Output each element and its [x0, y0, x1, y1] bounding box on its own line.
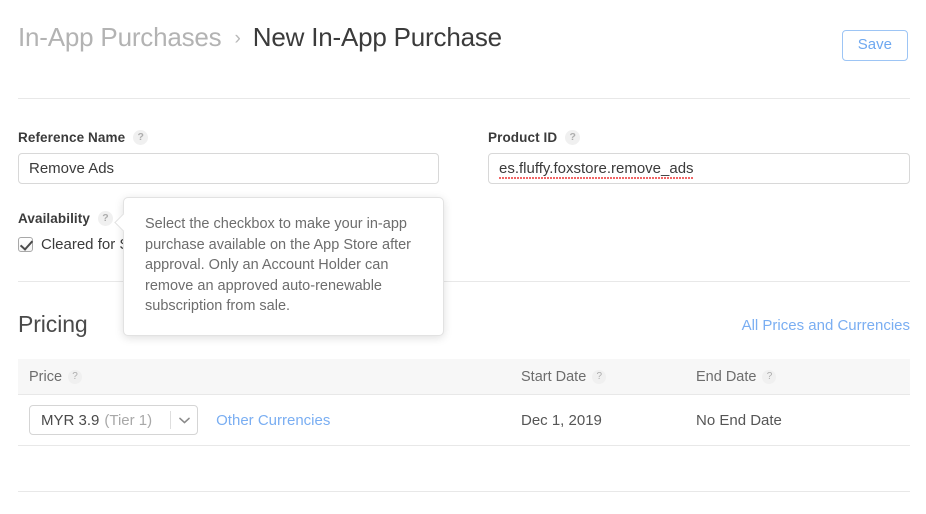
reference-name-input[interactable]	[18, 153, 439, 184]
help-icon[interactable]: ?	[133, 130, 149, 145]
table-row: MYR 3.9 (Tier 1) Other Currencies Dec 1,…	[18, 395, 910, 445]
column-header-start-date-label: Start Date	[521, 368, 587, 385]
column-header-end-date: End Date ?	[696, 369, 896, 385]
save-button[interactable]: Save	[841, 30, 908, 61]
pricing-table-header: Price ? Start Date ? End Date ?	[18, 359, 910, 395]
cell-start-date: Dec 1, 2019	[521, 411, 602, 429]
page-header: In-App Purchases › New In-App Purchase S…	[0, 0, 926, 98]
product-id-label: Product ID	[488, 130, 558, 145]
tooltip-text: Select the checkbox to make your in-app …	[145, 216, 412, 314]
help-icon[interactable]: ?	[68, 369, 83, 384]
column-header-price: Price ?	[18, 369, 521, 385]
help-icon[interactable]: ?	[97, 211, 113, 226]
product-id-input[interactable]: es.fluffy.foxstore.remove_ads	[488, 153, 910, 184]
footer-divider	[18, 491, 910, 492]
column-header-start-date: Start Date ?	[521, 369, 696, 385]
reference-name-label: Reference Name	[18, 130, 126, 145]
cell-end-date: No End Date	[696, 411, 782, 429]
product-id-value: es.fluffy.foxstore.remove_ads	[499, 160, 694, 180]
reference-name-field-group: Reference Name ?	[18, 130, 439, 184]
price-tier-select-tier: (Tier 1)	[104, 411, 153, 429]
product-id-label-row: Product ID ?	[488, 130, 910, 145]
cleared-for-sale-checkbox[interactable]	[18, 237, 33, 252]
chevron-down-icon[interactable]	[171, 406, 197, 434]
page-title: New In-App Purchase	[252, 22, 502, 52]
breadcrumb-chevron-right-icon: ›	[234, 28, 241, 49]
help-icon[interactable]: ?	[592, 369, 607, 384]
column-header-end-date-label: End Date	[696, 368, 757, 385]
in-app-purchase-editor: In-App Purchases › New In-App Purchase S…	[0, 0, 926, 514]
header-divider	[18, 98, 910, 99]
availability-tooltip: Select the checkbox to make your in-app …	[114, 197, 444, 336]
all-prices-and-currencies-link[interactable]: All Prices and Currencies	[742, 317, 910, 334]
price-tier-select[interactable]: MYR 3.9 (Tier 1)	[29, 405, 199, 435]
cell-price: MYR 3.9 (Tier 1) Other Currencies	[18, 405, 521, 435]
other-currencies-link[interactable]: Other Currencies	[216, 412, 330, 429]
table-bottom-divider	[18, 445, 910, 446]
help-icon[interactable]: ?	[762, 369, 777, 384]
pricing-section-title: Pricing	[18, 311, 88, 337]
breadcrumb-parent-link[interactable]: In-App Purchases	[18, 22, 222, 53]
reference-name-label-row: Reference Name ?	[18, 130, 439, 145]
column-header-price-label: Price	[29, 368, 63, 385]
breadcrumb: In-App Purchases › New In-App Purchase	[18, 22, 502, 53]
help-icon[interactable]: ?	[565, 130, 581, 145]
availability-label: Availability	[18, 211, 90, 226]
pricing-table: Price ? Start Date ? End Date ? MYR 3.9 …	[18, 359, 910, 445]
price-tier-select-value: MYR 3.9	[41, 411, 100, 429]
product-id-field-group: Product ID ? es.fluffy.foxstore.remove_a…	[488, 130, 910, 184]
